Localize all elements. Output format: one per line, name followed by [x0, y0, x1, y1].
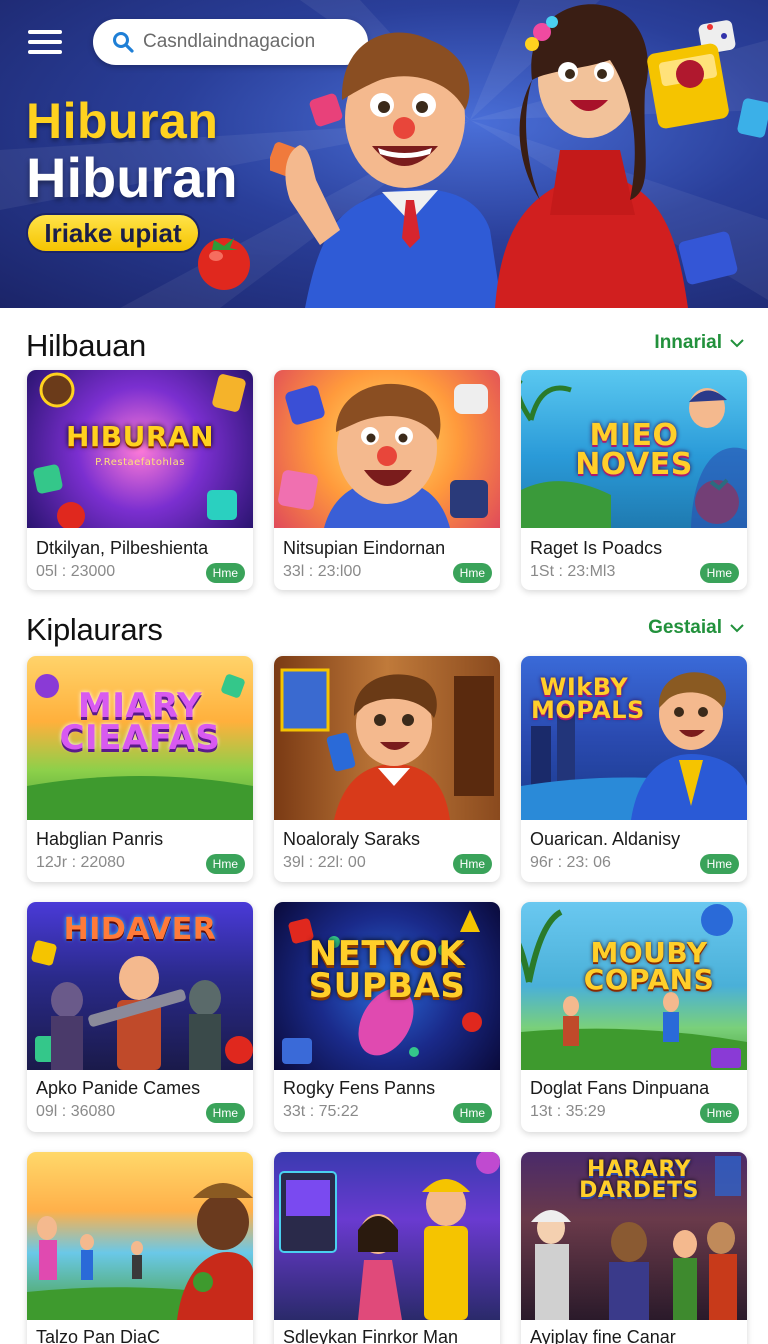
game-card[interactable]: MIEO NOVES Raget Is Poadcs 1St : 23:Ml3 …: [521, 370, 747, 590]
game-thumbnail: HIBURAN P.Restaefatohlas: [27, 370, 253, 528]
game-card[interactable]: WIkBY MOPALS Ouarican. Aldanisy 96r : 23…: [521, 656, 747, 882]
game-badge-button[interactable]: Hme: [452, 563, 492, 583]
game-thumbnail: HARARY DARDETS: [521, 1152, 747, 1320]
chevron-down-icon: [730, 624, 744, 633]
game-title: Rogky Fens Panns: [283, 1078, 436, 1098]
menu-button[interactable]: [28, 28, 64, 56]
game-logo-text: WIkBY MOPALS: [531, 673, 645, 724]
game-card[interactable]: Noaloraly Saraks 39l : 22l: 00 Hme: [274, 656, 500, 882]
game-thumbnail: [274, 370, 500, 528]
game-logo-text: HIDAVER: [63, 912, 217, 947]
game-thumbnail: [274, 1152, 500, 1320]
game-badge-button[interactable]: Hme: [205, 1103, 245, 1123]
game-title: Habglian Panris: [36, 829, 164, 849]
game-meta: 09l : 36080: [36, 1103, 116, 1120]
game-logo-subtext: P.Restaefatohlas: [95, 457, 185, 468]
game-title: Noaloraly Saraks: [283, 829, 421, 849]
game-card[interactable]: NETYOK SUPBAS Rogky Fens Panns 33t : 75:…: [274, 902, 500, 1132]
game-card[interactable]: HIDAVER Apko Panide Cames 09l : 36080 Hm…: [27, 902, 253, 1132]
section-title: Kiplaurars: [26, 612, 163, 647]
section-see-all-link[interactable]: Gestaial: [648, 617, 744, 639]
game-badge-button[interactable]: Hme: [699, 1103, 739, 1123]
game-title: Apko Panide Cames: [36, 1078, 201, 1098]
game-logo-text: MIARY CIEAFAS: [59, 686, 221, 759]
game-title: Sdleykan Finrkor Man: [283, 1327, 459, 1344]
game-title: Dtkilyan, Pilbeshienta: [36, 538, 209, 558]
game-badge-button[interactable]: Hme: [452, 1103, 492, 1123]
game-card[interactable]: HIBURAN P.Restaefatohlas Dtkilyan, Pilbe…: [27, 370, 253, 590]
game-badge-button[interactable]: Hme: [205, 854, 245, 874]
chevron-down-icon: [730, 339, 744, 348]
game-logo-text: HIBURAN: [65, 420, 215, 453]
game-thumbnail: HIDAVER: [27, 902, 253, 1070]
game-card[interactable]: Nitsupian Eindornan 33l : 23:l00 Hme: [274, 370, 500, 590]
game-title: Ouarican. Aldanisy: [530, 829, 681, 849]
game-title: Nitsupian Eindornan: [283, 538, 446, 558]
game-title: Raget Is Poadcs: [530, 538, 663, 558]
section-link-label: Innarial: [654, 332, 722, 353]
game-badge-button[interactable]: Hme: [699, 563, 739, 583]
game-badge-button[interactable]: Hme: [452, 854, 492, 874]
game-meta: 05l : 23000: [36, 563, 116, 580]
game-logo-text: NETYOK SUPBAS: [308, 934, 466, 1007]
hero-cta-button[interactable]: Iriake upiat: [26, 213, 200, 253]
game-meta: 33t : 75:22: [283, 1103, 359, 1120]
game-meta: 39l : 22l: 00: [283, 854, 366, 871]
game-title: Doglat Fans Dinpuana: [530, 1078, 710, 1098]
section-link-label: Gestaial: [648, 617, 722, 638]
game-meta: 12Jr : 22080: [36, 854, 125, 871]
game-thumbnail: MIEO NOVES: [521, 370, 747, 528]
game-thumbnail: NETYOK SUPBAS: [274, 902, 500, 1070]
hero-title-line-2: Hiburan: [26, 146, 238, 209]
game-card[interactable]: Sdleykan Finrkor Man: [274, 1152, 500, 1344]
game-thumbnail: MOUBY COPANS: [521, 902, 747, 1070]
game-badge-button[interactable]: Hme: [205, 563, 245, 583]
game-badge-button[interactable]: Hme: [699, 854, 739, 874]
game-meta: 96r : 23: 06: [530, 854, 611, 871]
game-thumbnail: [274, 656, 500, 820]
hero-banner: Hiburan Hiburan Iriake upiat: [0, 0, 768, 308]
game-logo-text: MIEO NOVES: [575, 418, 693, 482]
section-see-all-link[interactable]: Innarial: [654, 332, 744, 354]
search-icon: [113, 32, 134, 53]
game-thumbnail: WIkBY MOPALS: [521, 656, 747, 820]
section-title: Hilbauan: [26, 328, 146, 363]
game-card[interactable]: HARARY DARDETS Ayiplay fine Canar: [521, 1152, 747, 1344]
game-thumbnail: MIARY CIEAFAS: [27, 656, 253, 820]
game-card[interactable]: Talzo Pan DiaC: [27, 1152, 253, 1344]
game-card[interactable]: MOUBY COPANS Doglat Fans Dinpuana 13t : …: [521, 902, 747, 1132]
game-thumbnail: [27, 1152, 253, 1320]
tomato-decoration: [198, 238, 250, 290]
game-logo-text: MOUBY COPANS: [583, 936, 715, 996]
hero-characters-illustration: [270, 4, 768, 308]
game-meta: 1St : 23:Ml3: [530, 563, 616, 580]
game-title: Talzo Pan DiaC: [36, 1327, 161, 1344]
game-logo-text: HARARY DARDETS: [579, 1157, 699, 1203]
game-card[interactable]: MIARY CIEAFAS Habglian Panris 12Jr : 220…: [27, 656, 253, 882]
game-title: Ayiplay fine Canar: [530, 1327, 676, 1344]
hero-title-line-1: Hiburan: [26, 93, 219, 149]
game-meta: 13t : 35:29: [530, 1103, 606, 1120]
game-meta: 33l : 23:l00: [283, 563, 362, 580]
